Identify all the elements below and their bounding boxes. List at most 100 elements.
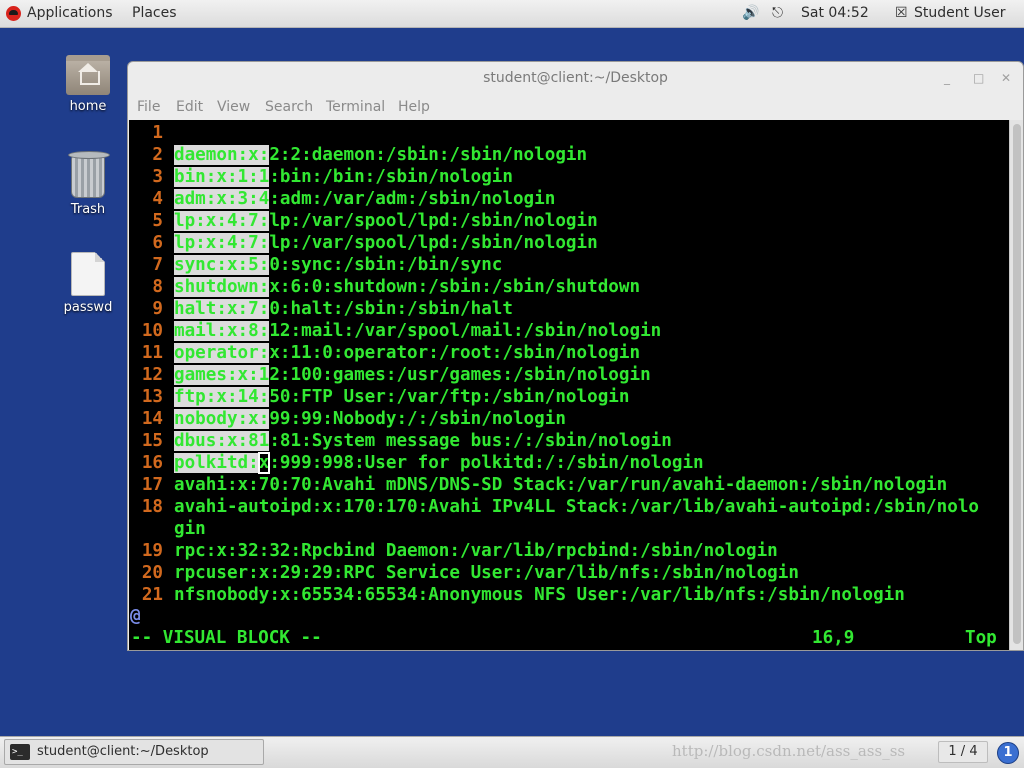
line-number: 21 [141, 585, 163, 605]
visual-block-selection: dbus:x:81 [174, 431, 270, 451]
notification-icon[interactable]: 1 [997, 742, 1019, 764]
line-text: nfsnobody:x:65534:65534:Anonymous NFS Us… [174, 584, 905, 606]
line-text: avahi-autoipd:x:170:170:Avahi IPv4LL Sta… [174, 496, 979, 518]
line-number: 7 [152, 255, 163, 275]
menu-help[interactable]: Help [398, 99, 430, 115]
visual-block-selection: shutdown: [174, 277, 270, 297]
line-text: sync:x:5:0:sync:/sbin:/bin/sync [174, 254, 502, 276]
document-icon [71, 252, 105, 296]
user-menu[interactable]: Student User [914, 5, 1005, 21]
taskbar-window-label: student@client:~/Desktop [37, 744, 209, 759]
volume-icon[interactable]: 🔊 [742, 5, 759, 21]
line-text: polkitd:x:999:998:User for polkitd:/:/sb… [174, 452, 704, 474]
line-number: 10 [141, 321, 163, 341]
text-cursor: x [257, 452, 271, 474]
line-content: lp:/var/spool/lpd:/sbin/nologin [269, 211, 598, 231]
menu-edit[interactable]: Edit [176, 99, 203, 115]
line-number: 1 [152, 123, 163, 143]
line-content: 2:2:daemon:/sbin:/sbin/nologin [269, 145, 588, 165]
scrollbar[interactable] [1009, 120, 1023, 650]
scrollbar-thumb[interactable] [1013, 124, 1021, 644]
menu-view[interactable]: View [217, 99, 250, 115]
visual-block-selection: bin:x:1:1 [174, 167, 270, 187]
line-text: nobody:x:99:99:Nobody:/:/sbin/nologin [174, 408, 566, 430]
line-content: avahi-autoipd:x:170:170:Avahi IPv4LL Sta… [174, 497, 980, 517]
visual-block-selection: operator: [174, 343, 270, 363]
line-number: 5 [152, 211, 163, 231]
places-menu[interactable]: Places [132, 5, 177, 21]
overflow-marker: @ [130, 606, 141, 626]
line-number: 13 [141, 387, 163, 407]
terminal-window: student@client:~/Desktop _ □ ✕ File Edit… [127, 61, 1024, 651]
line-text: avahi:x:70:70:Avahi mDNS/DNS-SD Stack:/v… [174, 474, 947, 496]
terminal-icon: >_ [10, 744, 30, 760]
line-text: daemon:x:2:2:daemon:/sbin:/sbin/nologin [174, 144, 587, 166]
line-content: x:11:0:operator:/root:/sbin/nologin [269, 343, 641, 363]
visual-block-selection: lp:x:4:7: [174, 233, 270, 253]
desktop-icon-trash[interactable]: Trash [48, 151, 128, 217]
line-number: 16 [141, 453, 163, 473]
top-panel: Applications Places 🔊 ⎋ Sat 04:52 ☒ Stud… [0, 0, 1024, 28]
line-number: 6 [152, 233, 163, 253]
visual-block-selection: halt:x:7: [174, 299, 270, 319]
close-button[interactable]: ✕ [1001, 62, 1011, 94]
line-content: :81:System message bus:/:/sbin/nologin [269, 431, 672, 451]
line-content: avahi:x:70:70:Avahi mDNS/DNS-SD Stack:/v… [174, 475, 948, 495]
desktop-icon-label: home [69, 99, 107, 114]
line-content: 0:halt:/sbin:/sbin/halt [269, 299, 513, 319]
line-text: halt:x:7:0:halt:/sbin:/sbin/halt [174, 298, 513, 320]
network-icon[interactable]: ⎋ [772, 5, 783, 21]
workspace-pager[interactable]: 1 / 4 [938, 741, 988, 763]
line-text: games:x:12:100:games:/usr/games:/sbin/no… [174, 364, 651, 386]
line-number: 12 [141, 365, 163, 385]
line-content: 50:FTP User:/var/ftp:/sbin/nologin [269, 387, 630, 407]
visual-block-selection: mail:x:8: [174, 321, 270, 341]
line-number: 2 [152, 145, 163, 165]
line-content: :adm:/var/adm:/sbin/nologin [269, 189, 556, 209]
clock[interactable]: Sat 04:52 [801, 5, 869, 21]
applications-menu[interactable]: Applications [27, 5, 113, 21]
line-text: lp:x:4:7:lp:/var/spool/lpd:/sbin/nologin [174, 210, 598, 232]
taskbar-window-button[interactable]: >_ student@client:~/Desktop [4, 739, 264, 765]
scroll-position: Top [965, 628, 997, 648]
maximize-button[interactable]: □ [973, 62, 984, 94]
line-content: :999:998:User for polkitd:/:/sbin/nologi… [269, 453, 704, 473]
line-number: 15 [141, 431, 163, 451]
line-content: :bin:/bin:/sbin/nologin [269, 167, 513, 187]
line-content: 99:99:Nobody:/:/sbin/nologin [269, 409, 566, 429]
line-text: operator:x:11:0:operator:/root:/sbin/nol… [174, 342, 640, 364]
visual-block-selection: ftp:x:14: [174, 387, 270, 407]
user-menu-icon[interactable]: ☒ [895, 5, 908, 21]
desktop-icon-home[interactable]: home [48, 55, 128, 114]
line-content: 0:sync:/sbin:/bin/sync [269, 255, 503, 275]
visual-block-selection: lp:x:4:7: [174, 211, 270, 231]
line-content: nfsnobody:x:65534:65534:Anonymous NFS Us… [174, 585, 905, 605]
line-text: mail:x:8:12:mail:/var/spool/mail:/sbin/n… [174, 320, 661, 342]
vim-editor[interactable]: 1 2 daemon:x:2:2:daemon:/sbin:/sbin/nologi… [129, 120, 1009, 650]
line-number: 14 [141, 409, 163, 429]
line-number: 3 [152, 167, 163, 187]
line-text: rpc:x:32:32:Rpcbind Daemon:/var/lib/rpcb… [174, 540, 778, 562]
menu-file[interactable]: File [137, 99, 160, 115]
desktop-icon-label: Trash [70, 202, 106, 217]
minimize-button[interactable]: _ [944, 62, 950, 94]
line-text: dbus:x:81:81:System message bus:/:/sbin/… [174, 430, 672, 452]
line-number: 8 [152, 277, 163, 297]
redhat-logo-icon[interactable] [6, 6, 21, 21]
line-number: 11 [141, 343, 163, 363]
menu-terminal[interactable]: Terminal [326, 99, 385, 115]
visual-block-selection: daemon:x: [174, 145, 270, 165]
line-text: adm:x:3:4:adm:/var/adm:/sbin/nologin [174, 188, 555, 210]
line-number: 9 [152, 299, 163, 319]
desktop-icon-passwd[interactable]: passwd [48, 252, 128, 315]
line-number: 18 [141, 497, 163, 517]
menu-search[interactable]: Search [265, 99, 313, 115]
line-text: bin:x:1:1:bin:/bin:/sbin/nologin [174, 166, 513, 188]
line-number: 17 [141, 475, 163, 495]
line-content: 2:100:games:/usr/games:/sbin/nologin [269, 365, 651, 385]
visual-block-selection: games:x:1 [174, 365, 270, 385]
line-content: lp:/var/spool/lpd:/sbin/nologin [269, 233, 598, 253]
window-title[interactable]: student@client:~/Desktop [128, 62, 1023, 94]
line-text: ftp:x:14:50:FTP User:/var/ftp:/sbin/nolo… [174, 386, 629, 408]
line-number: 4 [152, 189, 163, 209]
